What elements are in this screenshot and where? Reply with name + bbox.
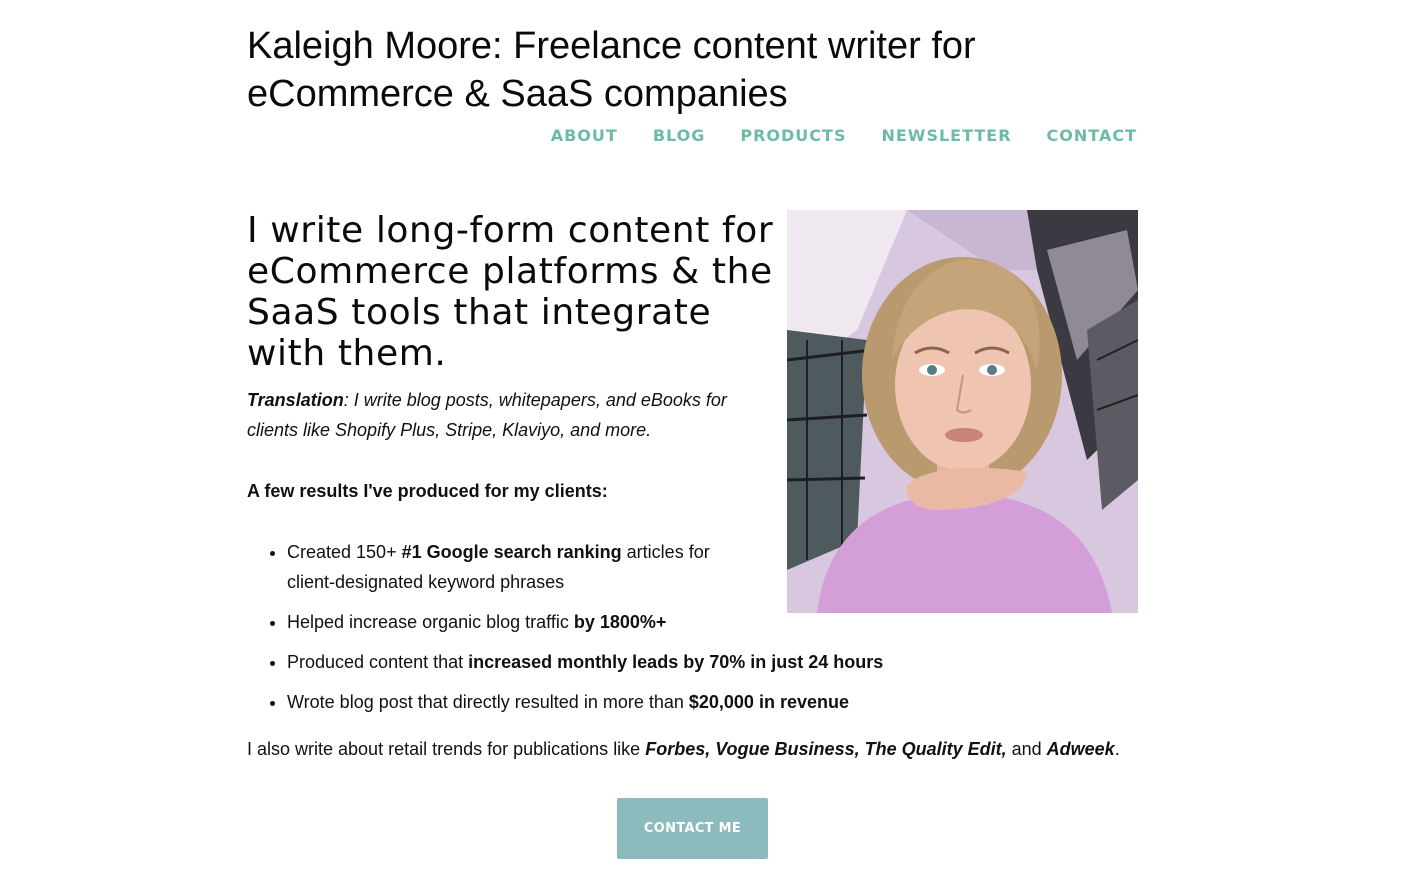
result-item: Created 150+ #1 Google search ranking ar… (287, 537, 737, 597)
result-highlight: $20,000 in revenue (688, 692, 849, 712)
translation-label: Translation (247, 390, 344, 410)
result-highlight: increased monthly leads by 70% in just 2… (468, 652, 884, 672)
result-text: Wrote blog post that directly resulted i… (287, 692, 689, 712)
results-heading: A few results I've produced for my clien… (247, 481, 608, 501)
nav-products-link[interactable]: PRODUCTS (740, 124, 846, 148)
contact-me-button[interactable]: CONTACT ME (617, 798, 768, 859)
portrait-image (787, 210, 1138, 613)
hero-translation: Translation: I write blog posts, whitepa… (247, 385, 767, 445)
nav-blog-link[interactable]: BLOG (653, 124, 706, 148)
publications-end: . (1114, 739, 1120, 759)
result-item: Wrote blog post that directly resulted i… (287, 687, 987, 717)
result-item: Produced content that increased monthly … (287, 647, 987, 677)
page: Kaleigh Moore: Freelance content writer … (0, 0, 1402, 882)
nav-contact-link[interactable]: CONTACT (1047, 124, 1137, 148)
publications-last: Adweek (1046, 739, 1115, 759)
publications-intro: I also write about retail trends for pub… (247, 739, 646, 759)
portrait-photo (787, 210, 1138, 613)
publications-list: Forbes, Vogue Business, The Quality Edit… (645, 739, 1007, 759)
site-title[interactable]: Kaleigh Moore: Freelance content writer … (247, 22, 1147, 118)
nav-about-link[interactable]: ABOUT (551, 124, 618, 148)
result-text: Helped increase organic blog traffic (287, 612, 574, 632)
result-highlight: #1 Google search ranking (401, 542, 622, 562)
result-highlight: by 1800%+ (573, 612, 667, 632)
hero-headline: I write long-form content for eCommerce … (247, 210, 774, 374)
result-text: Produced content that (287, 652, 469, 672)
result-text: Created 150+ (287, 542, 402, 562)
nav-newsletter-link[interactable]: NEWSLETTER (881, 124, 1011, 148)
main-nav: ABOUT BLOG PRODUCTS NEWSLETTER CONTACT (551, 124, 1137, 148)
publications-text: I also write about retail trends for pub… (247, 735, 1147, 763)
publications-and: and (1006, 739, 1047, 759)
